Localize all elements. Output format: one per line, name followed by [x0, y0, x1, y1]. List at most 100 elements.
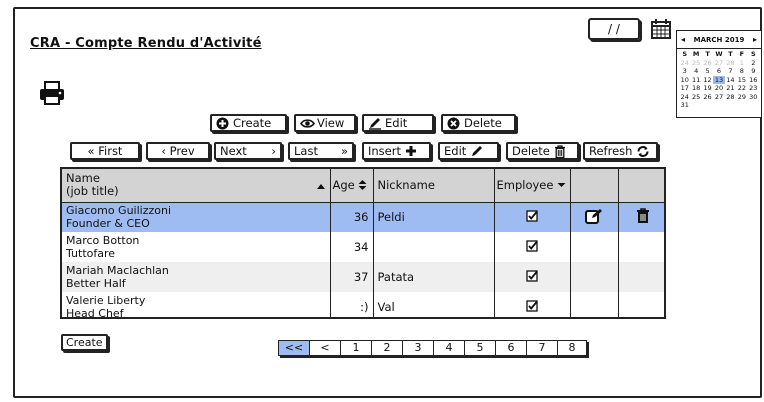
table-row[interactable]: Giacomo Guilizzoni Founder & CEO 36 Peldi — [62, 202, 664, 232]
pager-page[interactable]: 2 — [372, 341, 403, 355]
cell-name: Giacomo Guilizzoni Founder & CEO — [62, 202, 331, 232]
calendar-day[interactable]: 10 — [679, 76, 690, 85]
last-page-button[interactable]: Last » — [288, 142, 354, 160]
calendar-day-outside-month: 26 — [703, 58, 712, 67]
calendar-day[interactable]: 31 — [679, 101, 690, 110]
calendar-day[interactable]: 24 — [679, 93, 690, 102]
pager-page[interactable]: 3 — [403, 341, 434, 355]
calendar-day[interactable]: 7 — [725, 67, 736, 76]
grid-header-row: Name (job title) Age Nickname Employee — [62, 169, 664, 202]
date-input[interactable]: / / — [588, 18, 640, 40]
delete-row-icon[interactable] — [636, 208, 650, 224]
pagination: << <1 2 3 4 5 6 7 8 — [278, 340, 587, 356]
sort-ascending-icon[interactable] — [316, 172, 326, 198]
pager-first[interactable]: << — [279, 341, 310, 355]
calendar-day[interactable]: 27 — [713, 93, 724, 102]
person-job-title: Founder & CEO — [66, 217, 150, 231]
person-name: Marco Botton — [66, 234, 140, 247]
pager-page[interactable]: 5 — [465, 341, 496, 355]
insert-button-label: Insert — [368, 144, 401, 158]
cell-edit — [570, 232, 619, 262]
view-button[interactable]: View — [294, 114, 356, 132]
calendar-day-outside-month: 28 — [726, 58, 735, 67]
pager-page[interactable]: 1 — [341, 341, 372, 355]
calendar-day[interactable]: 19 — [702, 84, 713, 93]
calendar-day[interactable]: 30 — [748, 93, 759, 102]
pager-page[interactable]: 7 — [527, 341, 558, 355]
calendar-day[interactable]: 21 — [725, 84, 736, 93]
column-header-name[interactable]: Name (job title) — [62, 169, 331, 202]
calendar-day-of-week: F — [739, 50, 745, 58]
cell-nickname: Peldi — [373, 202, 495, 232]
sort-both-icon[interactable] — [358, 179, 367, 191]
calendar-day[interactable]: 2 — [748, 59, 759, 68]
calendar-day-outside-month: 1 — [739, 58, 744, 67]
sort-descending-icon[interactable] — [557, 181, 566, 189]
delete-button-label: Delete — [464, 116, 502, 130]
calendar-day-of-week: T — [728, 50, 733, 58]
calendar-day[interactable]: 14 — [725, 76, 736, 85]
employee-checkbox-icon[interactable] — [526, 299, 538, 312]
row-delete-button[interactable]: Delete — [506, 142, 579, 160]
calendar-day[interactable]: 18 — [690, 84, 701, 93]
printer-icon[interactable] — [38, 80, 66, 106]
cell-nickname: Patata — [373, 262, 495, 292]
edit-button[interactable]: Edit — [362, 114, 434, 132]
first-page-button[interactable]: « First — [70, 142, 140, 160]
refresh-button[interactable]: Refresh — [583, 142, 658, 160]
calendar-day[interactable]: 20 — [713, 84, 724, 93]
create-button[interactable]: Create — [210, 114, 287, 132]
calendar-day[interactable]: 4 — [690, 67, 701, 76]
insert-button[interactable]: Insert — [362, 142, 431, 160]
pager-prev[interactable]: < — [310, 341, 341, 355]
calendar-day[interactable]: 25 — [690, 93, 701, 102]
edit-row-icon[interactable] — [585, 208, 603, 224]
column-header-employee[interactable]: Employee — [494, 169, 571, 202]
prev-button-label: ‹ Prev — [161, 144, 195, 158]
column-header-nickname[interactable]: Nickname — [373, 169, 495, 202]
calendar-day[interactable]: 6 — [713, 67, 724, 76]
calendar-day-selected[interactable]: 13 — [713, 75, 725, 84]
table-row[interactable]: Marco Botton Tuttofare 34 — [62, 232, 664, 262]
table-row[interactable]: Mariah Maclachlan Better Half 37 Patata — [62, 262, 664, 292]
calendar-day[interactable]: 8 — [736, 67, 747, 76]
employee-checkbox-icon[interactable] — [526, 210, 538, 222]
cell-age: 34 — [330, 232, 374, 262]
calendar-prev-arrow-icon[interactable]: ◂ — [681, 31, 685, 49]
cell-nickname — [373, 232, 495, 262]
calendar-day[interactable]: 26 — [702, 93, 713, 102]
calendar-next-arrow-icon[interactable]: ▸ — [753, 31, 757, 49]
calendar-day[interactable]: 11 — [690, 76, 701, 85]
calendar-day[interactable]: 23 — [748, 84, 759, 93]
row-edit-button-label: Edit — [444, 144, 467, 158]
column-header-employee-label: Employee — [496, 177, 554, 192]
calendar-day[interactable]: 29 — [736, 93, 747, 102]
column-header-age[interactable]: Age — [330, 169, 374, 202]
calendar-icon[interactable] — [650, 18, 672, 40]
calendar-day[interactable]: 22 — [736, 84, 747, 93]
calendar-day[interactable]: 17 — [679, 84, 690, 93]
next-page-button[interactable]: Next › — [214, 142, 282, 160]
pager-page[interactable]: 6 — [496, 341, 527, 355]
employee-checkbox-icon[interactable] — [526, 239, 538, 252]
calendar-day[interactable]: 3 — [679, 67, 690, 76]
cell-delete — [618, 262, 664, 292]
delete-button[interactable]: Delete — [441, 114, 516, 132]
calendar-day[interactable]: 5 — [702, 67, 713, 76]
calendar-day-of-week: M — [692, 50, 700, 58]
calendar-day[interactable]: 28 — [725, 93, 736, 102]
plus-icon — [405, 145, 418, 158]
previous-page-button[interactable]: ‹ Prev — [146, 142, 210, 160]
pager-page[interactable]: 8 — [558, 341, 586, 355]
create-bottom-button[interactable]: Create — [61, 334, 108, 351]
next-button-label: Next — [220, 144, 247, 158]
row-edit-button[interactable]: Edit — [438, 142, 499, 160]
calendar-day[interactable]: 15 — [736, 76, 747, 85]
calendar-day[interactable]: 12 — [702, 76, 713, 85]
calendar-day[interactable]: 16 — [748, 76, 759, 85]
table-row[interactable]: Valerie Liberty Head Chef:) Val — [62, 292, 664, 317]
employee-checkbox-icon[interactable] — [526, 269, 538, 282]
calendar-day-outside-month: 27 — [714, 58, 724, 67]
calendar-day[interactable]: 9 — [748, 67, 759, 76]
pager-page[interactable]: 4 — [434, 341, 465, 355]
